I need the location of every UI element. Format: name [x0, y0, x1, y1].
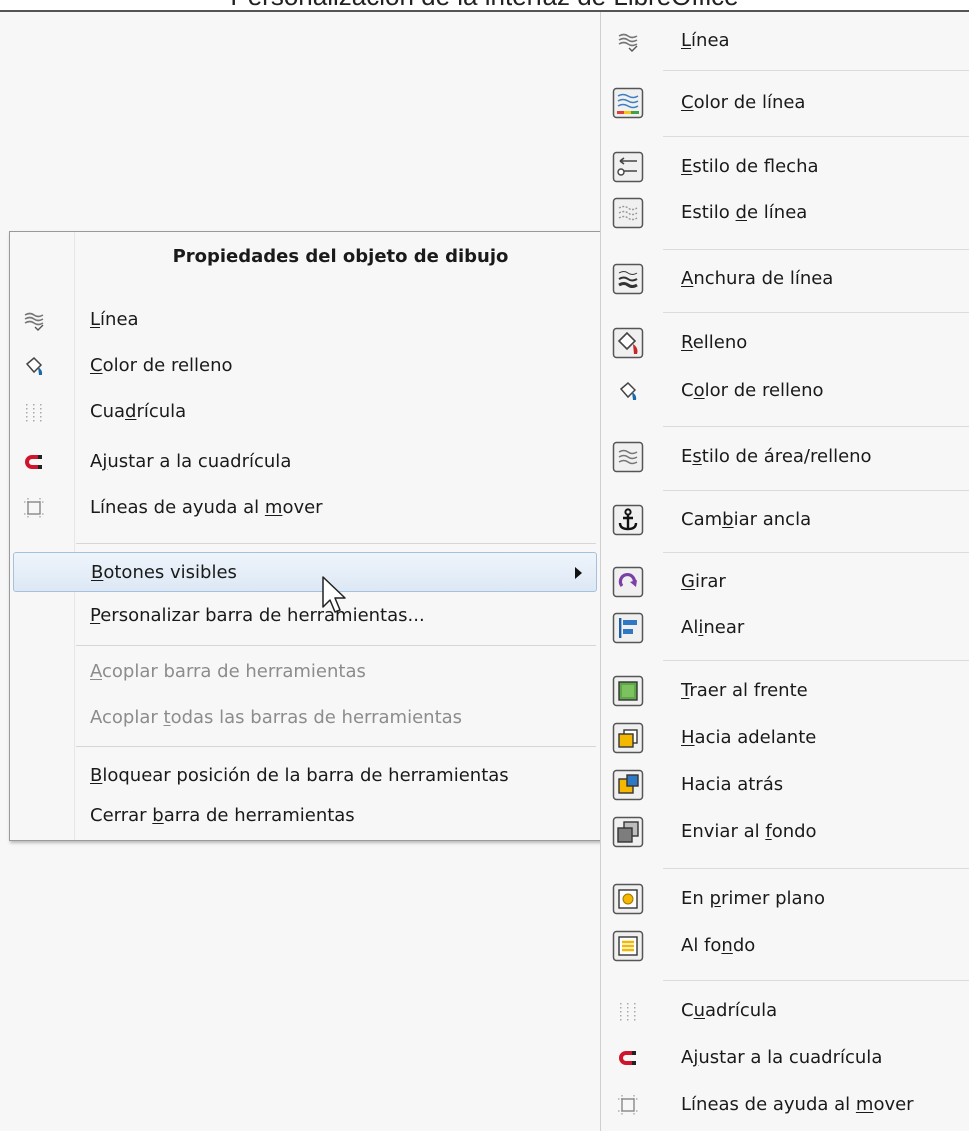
visible-buttons-submenu: Línea Color de línea Estilo de flecha Es…	[600, 12, 969, 1131]
background-icon	[612, 930, 644, 962]
grid-icon	[26, 404, 42, 422]
arrow-style-icon	[612, 151, 644, 183]
menu-item-fill-color[interactable]: Color de relleno	[10, 346, 601, 386]
menu-item-customize-toolbar[interactable]: Personalizar barra de herramientas...	[10, 596, 601, 636]
button-item-send-backward[interactable]: Hacia atrás	[601, 762, 969, 808]
snap-to-grid-icon	[25, 455, 42, 469]
menu-header: Propiedades del objeto de dibujo	[172, 246, 509, 267]
button-item-helplines[interactable]: Líneas de ayuda al mover	[601, 1082, 969, 1128]
button-item-line-color[interactable]: Color de línea	[601, 80, 969, 126]
fill-color-icon	[26, 357, 43, 376]
mouse-pointer-icon	[322, 576, 346, 613]
menu-separator	[76, 543, 596, 544]
menu-item-dock-all-toolbars: Acoplar todas las barras de herramientas	[90, 707, 463, 728]
menu-item-close-toolbar[interactable]: Cerrar barra de herramientas	[10, 796, 601, 836]
rotate-icon	[612, 566, 644, 598]
button-item-change-anchor[interactable]: Cambiar ancla	[601, 497, 969, 543]
button-item-background[interactable]: Al fondo	[601, 923, 969, 969]
menu-item-visible-buttons[interactable]: Botones visibles	[13, 552, 597, 592]
foreground-icon	[612, 883, 644, 915]
grid-icon	[620, 1003, 636, 1021]
button-item-area-style[interactable]: Estilo de área/relleno	[601, 434, 969, 480]
button-item-fill-color[interactable]: Color de relleno	[601, 368, 969, 414]
line-color-icon	[612, 87, 644, 119]
helplines-icon	[617, 1094, 639, 1116]
button-item-foreground[interactable]: En primer plano	[601, 876, 969, 922]
helplines-icon	[23, 497, 45, 519]
menu-item-snap-to-grid[interactable]: Ajustar a la cuadrícula	[10, 442, 601, 482]
button-item-send-to-back[interactable]: Enviar al fondo	[601, 809, 969, 855]
bring-forward-icon	[612, 722, 644, 754]
menu-separator	[76, 746, 596, 747]
button-item-rotate[interactable]: Girar	[601, 559, 969, 605]
menu-item-grid[interactable]: Cuadrícula	[10, 392, 601, 432]
bring-to-front-icon	[612, 675, 644, 707]
button-item-fill[interactable]: Relleno	[601, 320, 969, 366]
fill-color-icon	[620, 382, 637, 401]
toolbar-context-menu: Propiedades del objeto de dibujo Línea C…	[9, 231, 602, 841]
menu-item-helplines[interactable]: Líneas de ayuda al mover	[10, 488, 601, 528]
snap-to-grid-icon	[619, 1051, 636, 1065]
menu-item-line[interactable]: Línea	[10, 300, 601, 340]
submenu-arrow-icon	[575, 567, 582, 579]
button-item-arrow-style[interactable]: Estilo de flecha	[601, 144, 969, 190]
menu-separator	[76, 645, 596, 646]
align-icon	[612, 612, 644, 644]
line-icon	[618, 33, 638, 52]
button-item-snap-to-grid[interactable]: Ajustar a la cuadrícula	[601, 1035, 969, 1081]
fill-icon	[612, 327, 644, 359]
anchor-icon	[612, 504, 644, 536]
button-item-line[interactable]: Línea	[601, 18, 969, 64]
send-backward-icon	[612, 769, 644, 801]
button-item-bring-forward[interactable]: Hacia adelante	[601, 715, 969, 761]
menu-item-dock-toolbar: Acoplar barra de herramientas	[90, 661, 366, 682]
line-width-icon	[612, 263, 644, 295]
button-item-line-width[interactable]: Anchura de línea	[601, 256, 969, 302]
button-item-line-style[interactable]: Estilo de línea	[601, 190, 969, 236]
menu-item-lock-toolbar[interactable]: Bloquear posición de la barra de herrami…	[10, 756, 601, 796]
send-to-back-icon	[612, 816, 644, 848]
area-style-icon	[612, 441, 644, 473]
button-item-bring-to-front[interactable]: Traer al frente	[601, 668, 969, 714]
line-icon	[24, 312, 44, 331]
button-item-align[interactable]: Alinear	[601, 605, 969, 651]
line-style-icon	[612, 197, 644, 229]
button-item-grid[interactable]: Cuadrícula	[601, 988, 969, 1034]
